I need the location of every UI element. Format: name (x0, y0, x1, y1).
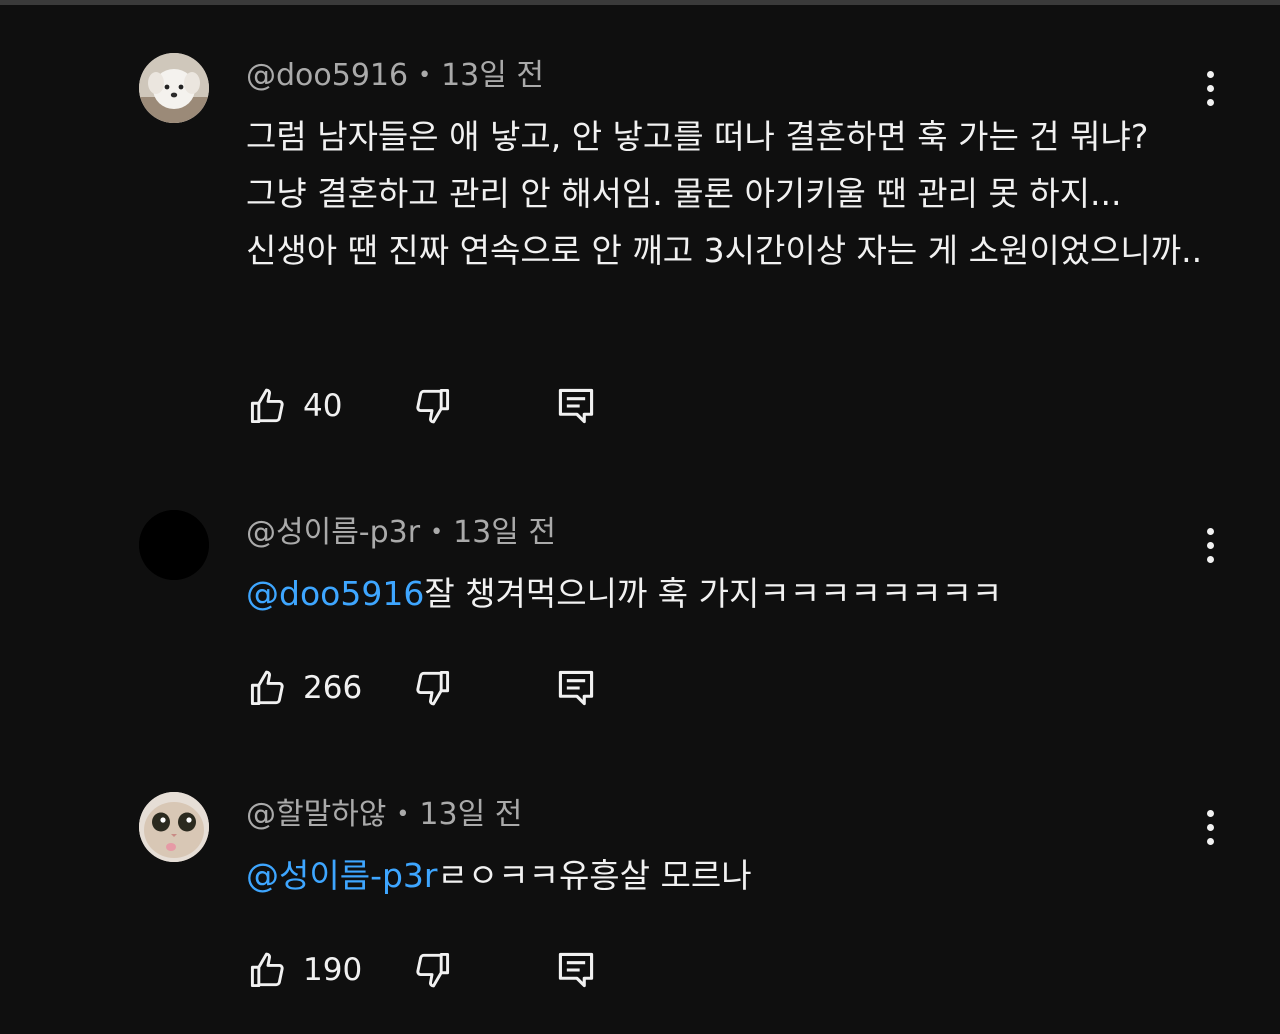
thumbs-down-icon (416, 388, 450, 424)
more-options-button[interactable] (1196, 66, 1224, 110)
separator-dot: • (396, 802, 410, 827)
comment-actions: 40 (246, 384, 646, 428)
more-vert-icon (1206, 527, 1214, 535)
mention-link[interactable]: @성이름-p3r (246, 856, 438, 895)
black-circle-avatar-icon (139, 510, 209, 580)
comment-content: ㄹㅇㅋㅋ유흥살 모르나 (437, 856, 752, 895)
dislike-button[interactable] (410, 666, 454, 710)
separator-dot: • (418, 63, 432, 88)
comment-content: 잘 챙겨먹으니까 훅 가지ㅋㅋㅋㅋㅋㅋㅋㅋ (424, 574, 1003, 613)
published-time[interactable]: 13일 전 (441, 58, 544, 93)
comment-header: @성이름-p3r • 13일 전 (246, 513, 556, 553)
white-puppy-avatar-icon (139, 53, 209, 123)
comment-text: 그럼 남자들은 애 낳고, 안 낳고를 떠나 결혼하면 훅 가는 건 뭐냐? 그… (246, 108, 1206, 279)
published-time[interactable]: 13일 전 (419, 797, 522, 832)
top-divider (0, 0, 1280, 5)
like-button[interactable] (246, 948, 290, 992)
author-name[interactable]: @할말하않 (246, 797, 386, 832)
published-time[interactable]: 13일 전 (453, 515, 556, 550)
reply-icon (558, 670, 594, 706)
thumbs-down-icon (416, 670, 450, 706)
comment-actions: 190 (246, 948, 646, 992)
reply-icon (558, 388, 594, 424)
comment-content: 그럼 남자들은 애 낳고, 안 낳고를 떠나 결혼하면 훅 가는 건 뭐냐? 그… (246, 117, 1203, 270)
thumbs-up-icon (250, 670, 284, 706)
like-count: 266 (303, 670, 363, 706)
reply-button[interactable] (554, 948, 598, 992)
more-vert-icon (1206, 809, 1214, 817)
separator-dot: • (430, 520, 444, 545)
cat-face-avatar-icon (139, 792, 209, 862)
like-button[interactable] (246, 666, 290, 710)
reply-button[interactable] (554, 666, 598, 710)
mention-link[interactable]: @doo5916 (246, 574, 424, 613)
like-count: 40 (303, 388, 343, 424)
dislike-button[interactable] (410, 948, 454, 992)
thumbs-down-icon (416, 952, 450, 988)
comment-text: @doo5916잘 챙겨먹으니까 훅 가지ㅋㅋㅋㅋㅋㅋㅋㅋ (246, 565, 1206, 622)
more-vert-icon (1206, 70, 1214, 78)
comment-actions: 266 (246, 666, 646, 710)
reply-icon (558, 952, 594, 988)
thumbs-up-icon (250, 388, 284, 424)
author-avatar[interactable] (139, 510, 209, 580)
comment-header: @doo5916 • 13일 전 (246, 56, 544, 96)
author-name[interactable]: @doo5916 (246, 58, 408, 93)
like-button[interactable] (246, 384, 290, 428)
comment-text: @성이름-p3rㄹㅇㅋㅋ유흥살 모르나 (246, 847, 1206, 904)
reply-button[interactable] (554, 384, 598, 428)
author-avatar[interactable] (139, 53, 209, 123)
dislike-button[interactable] (410, 384, 454, 428)
author-avatar[interactable] (139, 792, 209, 862)
more-options-button[interactable] (1196, 805, 1224, 849)
author-name[interactable]: @성이름-p3r (246, 515, 420, 550)
like-count: 190 (303, 952, 363, 988)
comment-header: @할말하않 • 13일 전 (246, 795, 522, 835)
thumbs-up-icon (250, 952, 284, 988)
more-options-button[interactable] (1196, 523, 1224, 567)
